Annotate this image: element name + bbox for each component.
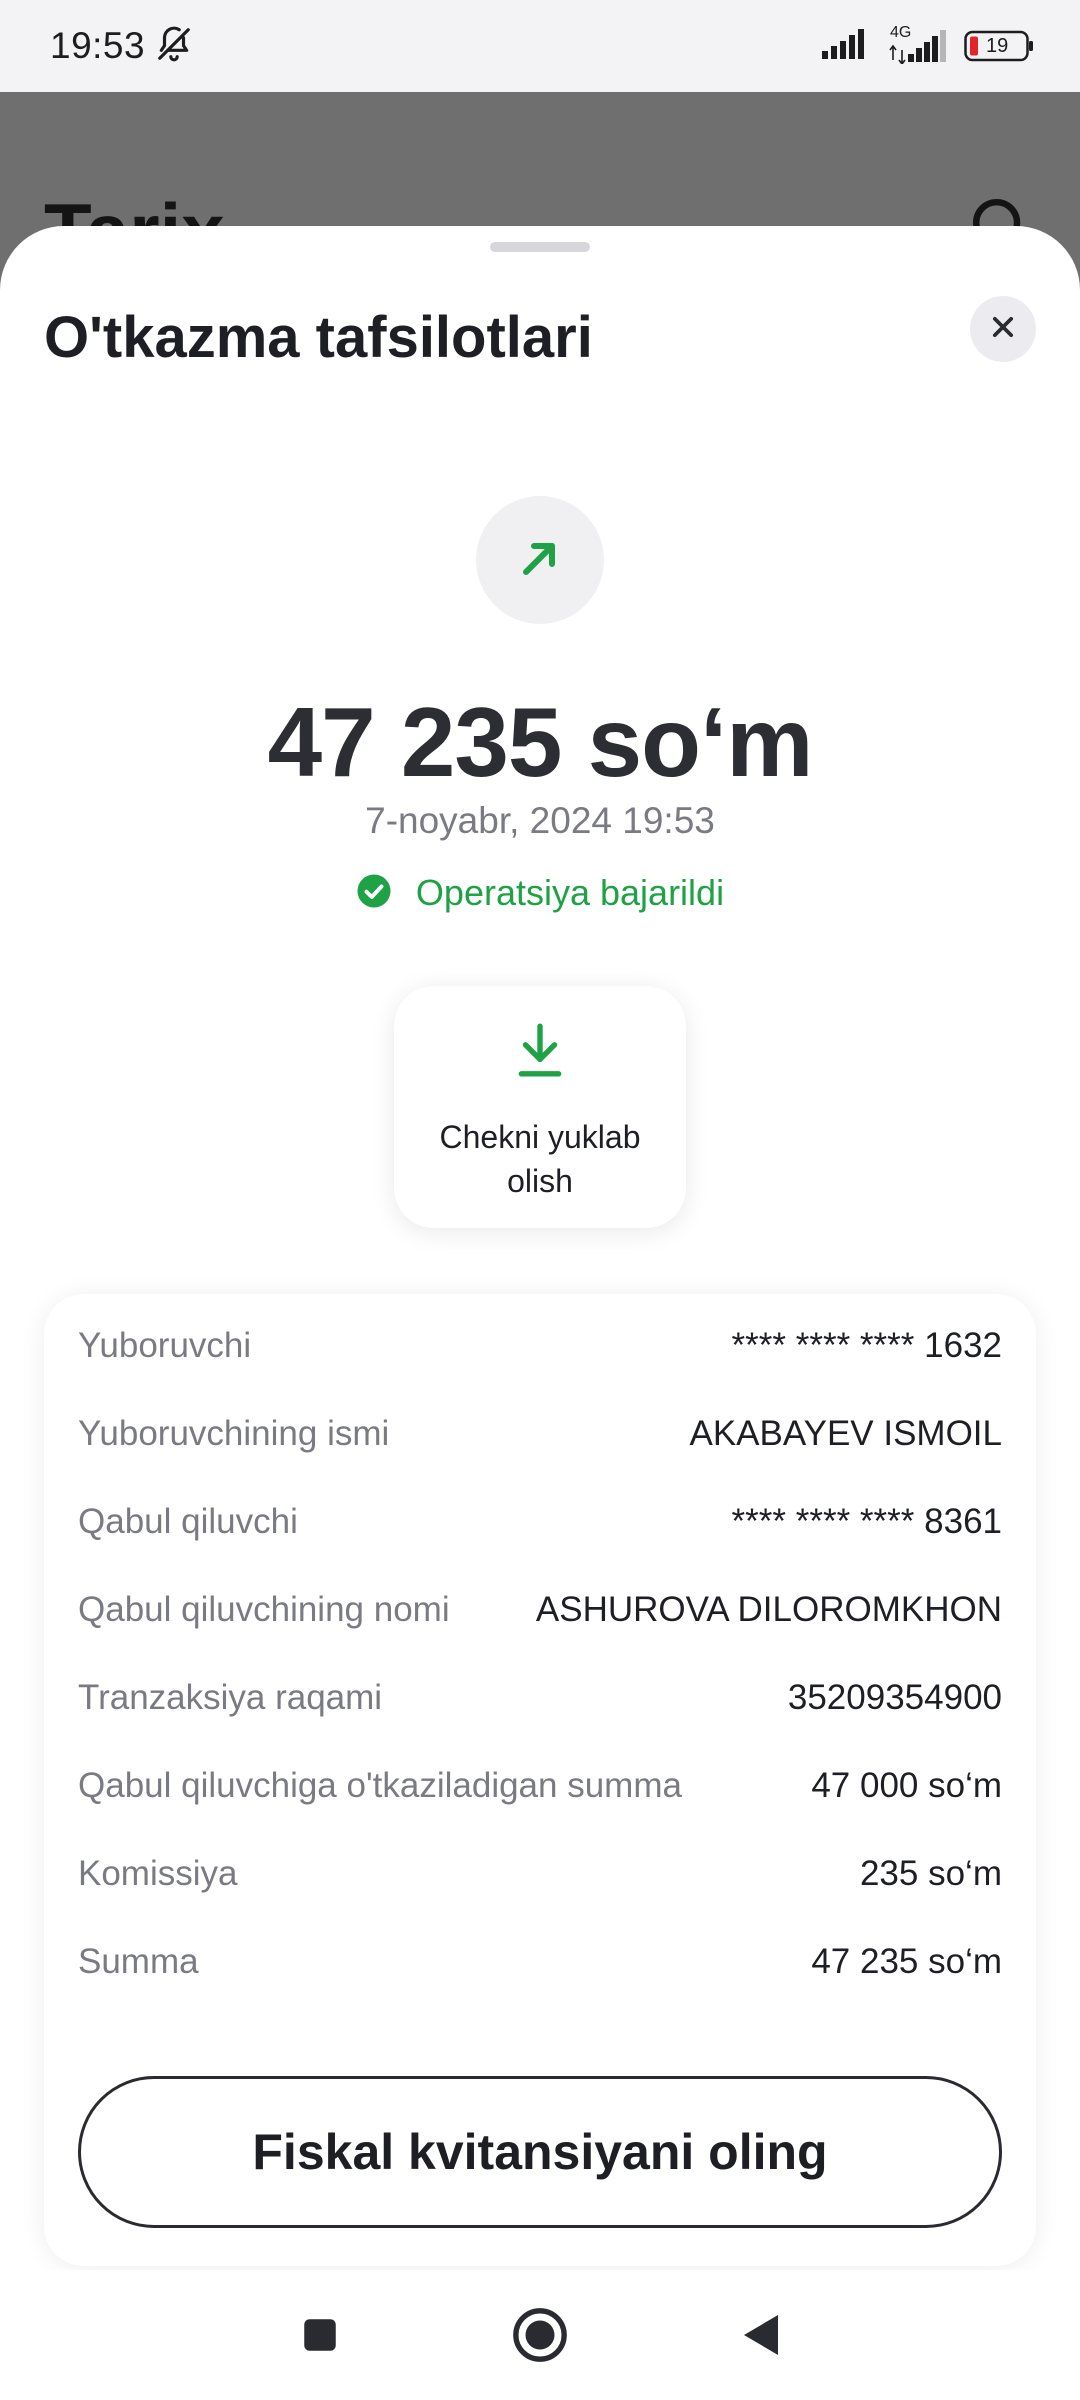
status-bar: 19:53 4G 19: [0, 0, 1080, 92]
download-receipt-button[interactable]: Chekni yuklab olish: [394, 986, 686, 1228]
detail-value: 47 000 so‘m: [811, 1766, 1002, 1805]
detail-row: Komissiya 235 so‘m: [78, 1844, 1002, 1904]
status-right: 4G 19: [822, 24, 1034, 64]
sheet-title: O'tkazma tafsilotlari: [44, 305, 593, 370]
download-receipt-label: Chekni yuklab olish: [439, 1119, 641, 1199]
detail-value: ASHUROVA DILOROMKHON: [535, 1590, 1002, 1629]
battery-level: 19: [986, 35, 1009, 57]
screen: 19:53 4G 19 O'tkazma tafsilotlari 47 235…: [0, 0, 1080, 2400]
detail-row: Qabul qiluvchining nomi ASHUROVA DILOROM…: [78, 1580, 1002, 1640]
transfer-details-sheet: O'tkazma tafsilotlari 47 235 so‘m 7-noya…: [0, 226, 1080, 2270]
detail-label: Tranzaksiya raqami: [78, 1678, 383, 1717]
detail-row: Qabul qiluvchiga o'tkaziladigan summa 47…: [78, 1756, 1002, 1816]
detail-row: Yuboruvchining ismi AKABAYEV ISMOIL: [78, 1404, 1002, 1464]
detail-label: Summa: [78, 1942, 199, 1981]
detail-label: Yuboruvchining ismi: [78, 1414, 390, 1453]
signal-icon: [822, 28, 872, 64]
details-card: Yuboruvchi **** **** **** 1632 Yuboruvch…: [44, 1294, 1036, 2266]
transfer-type-badge: [476, 496, 604, 624]
detail-value: AKABAYEV ISMOIL: [689, 1414, 1002, 1453]
detail-value: 35209354900: [787, 1678, 1002, 1717]
system-nav-bar: [0, 2270, 1080, 2400]
detail-row: Qabul qiluvchi **** **** **** 8361: [78, 1492, 1002, 1552]
transfer-amount: 47 235 so‘m: [267, 687, 814, 797]
fiscal-receipt-button[interactable]: Fiskal kvitansiyani oling: [78, 2076, 1002, 2228]
detail-row: Tranzaksiya raqami 35209354900: [78, 1668, 1002, 1728]
detail-label: Komissiya: [78, 1854, 238, 1893]
status-text: Operatsiya bajarildi: [415, 872, 725, 913]
detail-row: Summa 47 235 so‘m: [78, 1932, 1002, 1992]
detail-label: Yuboruvchi: [78, 1326, 252, 1365]
status-row: Operatsiya bajarildi: [0, 872, 1080, 914]
status-left: 19:53: [50, 25, 193, 68]
close-icon: [989, 313, 1017, 346]
recent-apps-icon[interactable]: [290, 2305, 350, 2365]
download-icon: [515, 1022, 565, 1085]
back-icon[interactable]: [730, 2305, 790, 2365]
detail-row: Yuboruvchi **** **** **** 1632: [78, 1316, 1002, 1376]
detail-value: **** **** **** 8361: [731, 1502, 1002, 1541]
detail-value: 235 so‘m: [859, 1854, 1002, 1893]
home-icon[interactable]: [510, 2305, 570, 2365]
detail-value: 47 235 so‘m: [811, 1942, 1002, 1981]
status-time: 19:53: [50, 25, 146, 66]
detail-label: Qabul qiluvchining nomi: [78, 1590, 450, 1629]
check-circle-icon: [356, 873, 392, 914]
sheet-drag-handle[interactable]: [490, 242, 590, 252]
battery-icon: 19: [964, 30, 1034, 62]
bell-off-icon: [155, 25, 193, 68]
signal-4g-icon: 4G: [886, 24, 950, 64]
detail-label: Qabul qiluvchi: [78, 1502, 298, 1541]
arrow-up-right-icon: [516, 534, 564, 587]
detail-value: **** **** **** 1632: [731, 1326, 1002, 1365]
close-button[interactable]: [970, 296, 1036, 362]
detail-label: Qabul qiluvchiga o'tkaziladigan summa: [78, 1766, 682, 1805]
transfer-date: 7-noyabr, 2024 19:53: [365, 800, 715, 841]
